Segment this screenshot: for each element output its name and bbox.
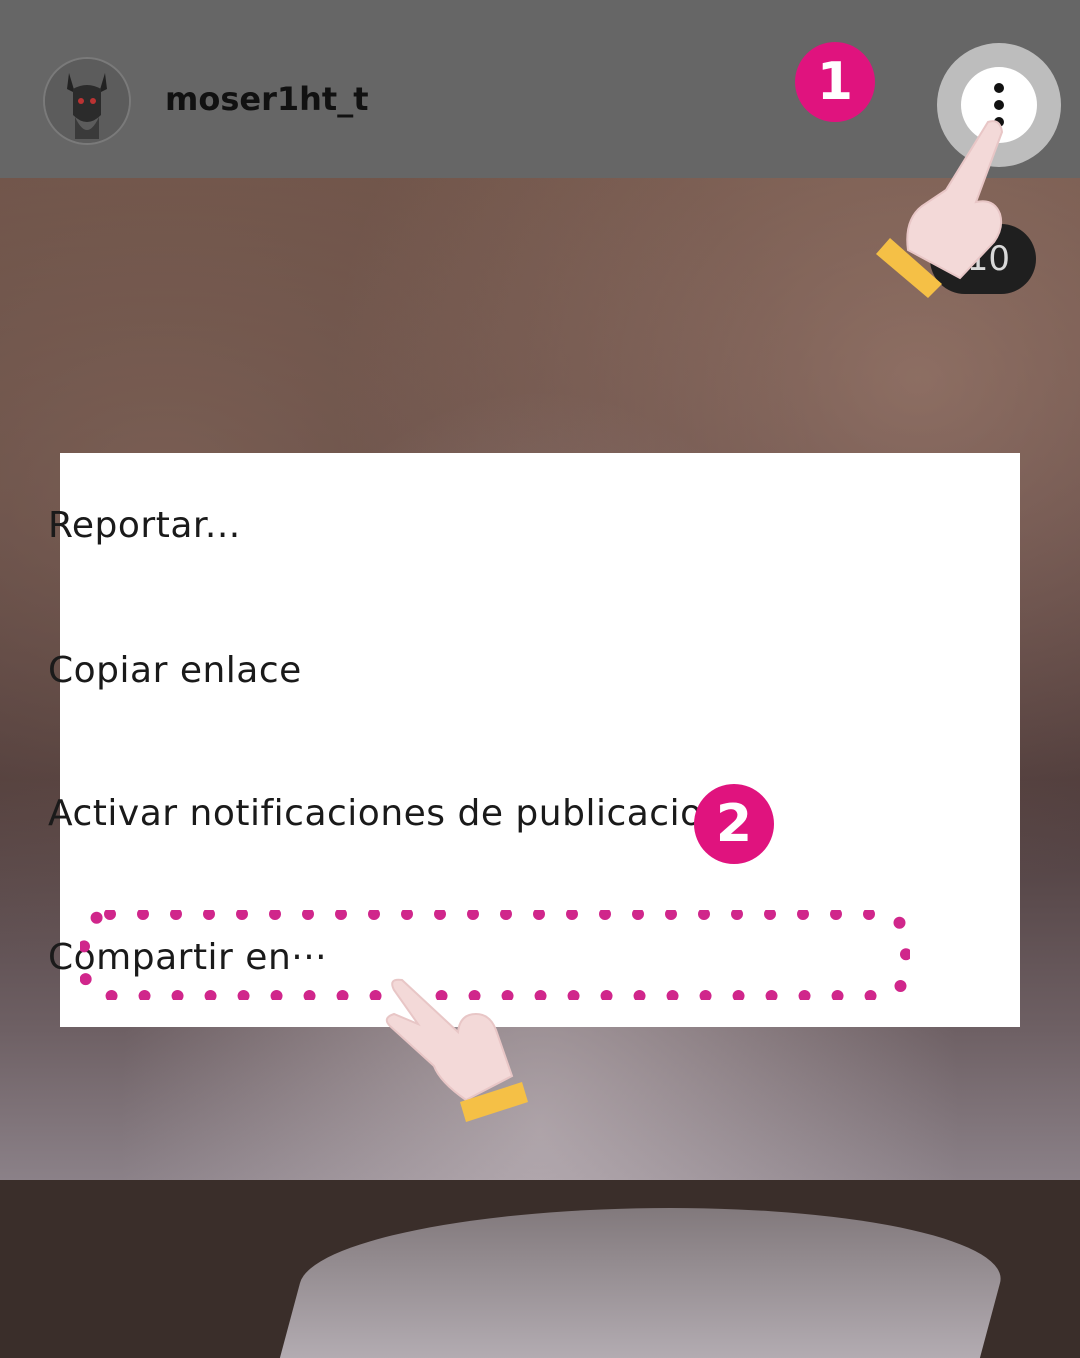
menu-item-report[interactable]: Reportar... [48,505,241,546]
hand-pointer-icon [385,978,528,1122]
hand-pointer-icon [876,120,1004,298]
step-1-badge: 1 [795,42,875,122]
menu-item-post-notifications[interactable]: Activar notificaciones de publicaciones [48,793,768,834]
avatar[interactable] [43,57,131,145]
kebab-dot [994,100,1004,110]
avatar-icon [45,59,129,143]
username[interactable]: moser1ht_t [165,80,369,118]
step-2-badge: 2 [694,784,774,864]
snow-path [279,1208,1021,1358]
menu-item-copy-link[interactable]: Copiar enlace [48,650,302,691]
kebab-dot [994,83,1004,93]
